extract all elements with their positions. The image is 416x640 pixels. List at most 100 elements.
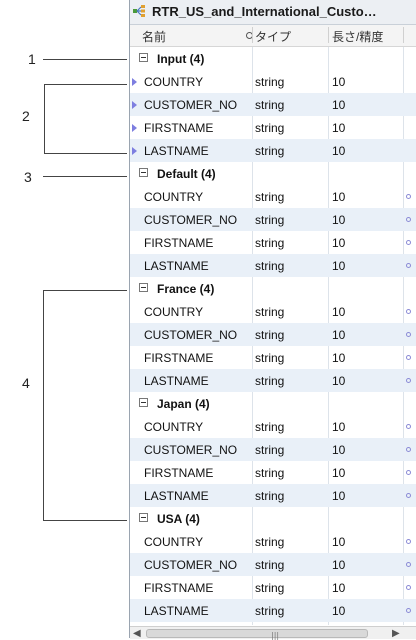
output-port-icon[interactable] [406, 217, 411, 222]
column-header-name[interactable]: 名前 [142, 28, 166, 45]
port-row[interactable]: CUSTOMER_NO string 10 [130, 93, 416, 116]
output-port-icon[interactable] [406, 562, 411, 567]
port-length: 10 [332, 489, 346, 503]
port-row[interactable]: CUSTOMER_NO string 10 [130, 208, 416, 231]
scroll-left-icon[interactable]: ◀ [133, 628, 141, 639]
group-label: Japan (4) [157, 397, 210, 411]
port-row[interactable]: LASTNAME string 10 [130, 369, 416, 392]
port-row[interactable]: LASTNAME string 10 [130, 484, 416, 507]
output-port-icon[interactable] [406, 608, 411, 613]
port-row[interactable]: FIRSTNAME string 10 [130, 576, 416, 599]
collapse-icon[interactable] [139, 53, 148, 62]
port-type: string [255, 259, 285, 273]
panel-titlebar[interactable]: RTR_US_and_International_Custo… [130, 0, 416, 25]
output-port-icon[interactable] [406, 539, 411, 544]
port-row[interactable]: COUNTRY string 10 [130, 185, 416, 208]
router-panel: RTR_US_and_International_Custo… 名前 タイプ 長… [129, 0, 416, 640]
port-type: string [255, 420, 285, 434]
port-name: LASTNAME [144, 259, 209, 273]
output-port-icon[interactable] [406, 493, 411, 498]
port-type: string [255, 328, 285, 342]
collapse-icon[interactable] [139, 168, 148, 177]
port-type: string [255, 144, 285, 158]
output-port-icon[interactable] [406, 240, 411, 245]
callout-2-bracket [44, 84, 45, 153]
port-name: COUNTRY [144, 305, 204, 319]
port-row[interactable]: COUNTRY string 10 [130, 70, 416, 93]
port-row[interactable]: COUNTRY string 10 [130, 530, 416, 553]
column-header-type[interactable]: タイプ [255, 28, 291, 45]
port-length: 10 [332, 420, 346, 434]
port-name: CUSTOMER_NO [144, 213, 238, 227]
port-row[interactable]: FIRSTNAME string 10 [130, 461, 416, 484]
output-port-icon[interactable] [406, 355, 411, 360]
port-name: COUNTRY [144, 190, 204, 204]
port-row[interactable]: FIRSTNAME string 10 [130, 116, 416, 139]
input-port-arrow-icon [132, 101, 137, 109]
scroll-right-icon[interactable]: ▶ [392, 628, 400, 639]
group-header[interactable]: USA (4) [130, 507, 416, 530]
port-row[interactable]: FIRSTNAME string 10 [130, 231, 416, 254]
collapse-icon[interactable] [139, 398, 148, 407]
port-row[interactable]: COUNTRY string 10 [130, 415, 416, 438]
callout-3: 3 [24, 169, 32, 185]
collapse-icon[interactable] [139, 283, 148, 292]
panel-title: RTR_US_and_International_Custo… [152, 4, 377, 19]
callout-3-line [43, 176, 127, 177]
port-type: string [255, 374, 285, 388]
port-row[interactable]: CUSTOMER_NO string 10 [130, 323, 416, 346]
column-divider[interactable] [328, 27, 329, 43]
port-type: string [255, 466, 285, 480]
port-length: 10 [332, 443, 346, 457]
column-divider[interactable] [403, 27, 404, 43]
scrollbar-thumb[interactable]: ||| [146, 629, 368, 640]
port-row[interactable]: COUNTRY string 10 [130, 300, 416, 323]
port-name: CUSTOMER_NO [144, 443, 238, 457]
port-type: string [255, 75, 285, 89]
port-row[interactable]: LASTNAME string 10 [130, 139, 416, 162]
port-length: 10 [332, 236, 346, 250]
port-type: string [255, 305, 285, 319]
column-header-length[interactable]: 長さ/精度 [332, 28, 383, 45]
port-row[interactable]: LASTNAME string 10 [130, 599, 416, 622]
output-port-icon[interactable] [406, 424, 411, 429]
port-row[interactable]: CUSTOMER_NO string 10 [130, 553, 416, 576]
port-type: string [255, 535, 285, 549]
port-name: CUSTOMER_NO [144, 558, 238, 572]
port-name: CUSTOMER_NO [144, 98, 238, 112]
port-name: FIRSTNAME [144, 581, 214, 595]
port-name: CUSTOMER_NO [144, 328, 238, 342]
output-port-icon[interactable] [406, 194, 411, 199]
port-row[interactable]: LASTNAME string 10 [130, 254, 416, 277]
horizontal-scrollbar[interactable]: ◀ ||| ▶ [130, 626, 416, 640]
group-header[interactable]: Japan (4) [130, 392, 416, 415]
port-length: 10 [332, 604, 346, 618]
port-name: COUNTRY [144, 535, 204, 549]
output-port-icon[interactable] [406, 585, 411, 590]
output-port-icon[interactable] [406, 378, 411, 383]
port-length: 10 [332, 75, 346, 89]
output-port-icon[interactable] [406, 332, 411, 337]
collapse-icon[interactable] [139, 513, 148, 522]
group-header[interactable]: Input (4) [130, 47, 416, 70]
port-type: string [255, 213, 285, 227]
group-header[interactable]: Default (4) [130, 162, 416, 185]
port-row[interactable]: FIRSTNAME string 10 [130, 346, 416, 369]
port-name: FIRSTNAME [144, 236, 214, 250]
port-name: FIRSTNAME [144, 351, 214, 365]
group-label: Input (4) [157, 52, 205, 66]
port-name: LASTNAME [144, 374, 209, 388]
output-port-icon[interactable] [406, 263, 411, 268]
group-header[interactable]: France (4) [130, 277, 416, 300]
port-type: string [255, 236, 285, 250]
output-port-icon[interactable] [406, 470, 411, 475]
port-length: 10 [332, 213, 346, 227]
output-port-icon[interactable] [406, 309, 411, 314]
column-divider[interactable] [252, 27, 253, 43]
port-length: 10 [332, 351, 346, 365]
scrollbar-grip: ||| [271, 631, 280, 640]
output-port-icon[interactable] [406, 447, 411, 452]
group-label: France (4) [157, 282, 215, 296]
port-name: LASTNAME [144, 489, 209, 503]
port-row[interactable]: CUSTOMER_NO string 10 [130, 438, 416, 461]
